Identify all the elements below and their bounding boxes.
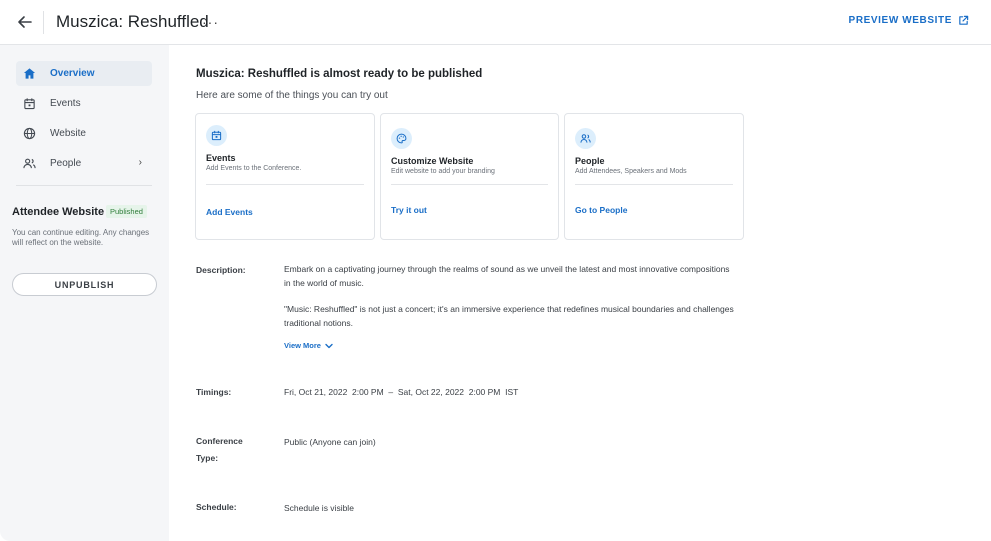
home-icon (22, 67, 36, 81)
sidebar-item-label: Website (50, 128, 86, 139)
unpublish-button[interactable]: UNPUBLISH (12, 273, 157, 296)
calendar-icon (206, 125, 227, 146)
conference-type-value: Public (Anyone can join) (284, 437, 376, 447)
timings-value: Fri, Oct 21, 2022 2:00 PM – Sat, Oct 22,… (284, 387, 519, 397)
sidebar-item-people[interactable]: People › (16, 151, 152, 176)
people-icon (575, 128, 596, 149)
sidebar-item-label: Events (50, 98, 81, 109)
card-title: People (575, 156, 605, 166)
card-title: Customize Website (391, 156, 474, 166)
description-paragraph-1: Embark on a captivating journey through … (284, 264, 730, 288)
sidebar-item-label: Overview (50, 68, 95, 79)
card-title: Events (206, 153, 236, 163)
external-link-icon (959, 15, 969, 25)
preview-website-label: PREVIEW WEBSITE (848, 15, 952, 26)
people-icon (22, 157, 36, 171)
card-divider (206, 184, 364, 185)
attendee-website-title: Attendee Website (12, 206, 105, 218)
sidebar: Overview Events Website People › Attende… (0, 45, 169, 541)
add-events-link[interactable]: Add Events (206, 207, 253, 217)
description-label: Description: (196, 265, 246, 275)
sidebar-item-events[interactable]: Events (16, 91, 152, 116)
chevron-down-icon (325, 343, 333, 348)
card-description: Add Attendees, Speakers and Mods (575, 168, 687, 175)
main-heading: Muszica: Reshuffled is almost ready to b… (196, 68, 483, 80)
palette-icon (391, 128, 412, 149)
header-divider (43, 11, 44, 34)
schedule-label: Schedule: (196, 502, 237, 512)
view-more-label: View More (284, 341, 321, 350)
people-card: People Add Attendees, Speakers and Mods … (564, 113, 744, 240)
view-more-link[interactable]: View More (284, 341, 333, 350)
calendar-icon (22, 97, 36, 111)
conference-type-label: Conference Type: (196, 436, 243, 463)
customize-website-card: Customize Website Edit website to add yo… (380, 113, 559, 240)
events-card: Events Add Events to the Conference. Add… (195, 113, 375, 240)
card-divider (575, 184, 733, 185)
more-options-icon[interactable]: ··· (202, 12, 219, 32)
sidebar-item-label: People (50, 158, 82, 169)
globe-icon (22, 127, 36, 141)
top-header: Muszica: Reshuffled ··· PREVIEW WEBSITE (0, 0, 991, 45)
preview-website-link[interactable]: PREVIEW WEBSITE (849, 15, 969, 26)
sidebar-item-overview[interactable]: Overview (16, 61, 152, 86)
sidebar-item-website[interactable]: Website (16, 121, 152, 146)
attendee-website-description: You can continue editing. Any changes wi… (12, 228, 150, 247)
description-paragraph-2: "Music: Reshuffled" is not just a concer… (284, 304, 734, 328)
back-arrow-icon[interactable] (14, 11, 36, 33)
schedule-value: Schedule is visible (284, 503, 354, 513)
go-to-people-link[interactable]: Go to People (575, 205, 627, 215)
status-badge: Published (106, 205, 147, 218)
card-divider (391, 184, 548, 185)
sidebar-divider (16, 185, 152, 186)
main-subheading: Here are some of the things you can try … (196, 90, 388, 101)
card-description: Edit website to add your branding (391, 168, 495, 175)
card-description: Add Events to the Conference. (206, 165, 302, 172)
chevron-right-icon: › (138, 157, 142, 168)
page-title: Muszica: Reshuffled (56, 12, 209, 31)
timings-label: Timings: (196, 387, 232, 397)
try-it-out-link[interactable]: Try it out (391, 205, 427, 215)
